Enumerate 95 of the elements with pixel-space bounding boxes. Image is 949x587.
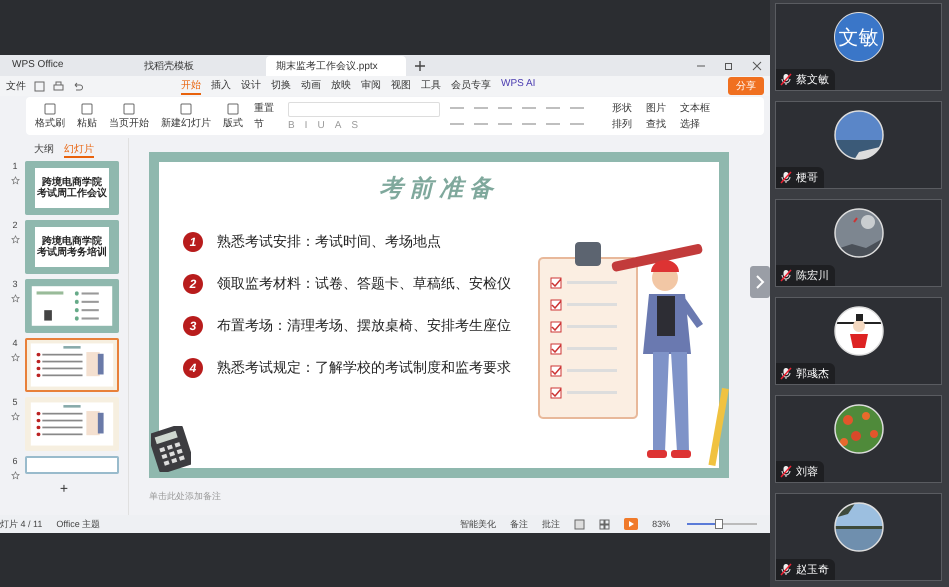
theme-label[interactable]: Office 主题	[56, 518, 100, 530]
new-tab-icon[interactable]	[414, 60, 426, 72]
add-slide-button[interactable]: +	[60, 481, 68, 495]
participant-tile[interactable]: 刘蓉	[775, 395, 942, 483]
print-icon[interactable]	[53, 80, 64, 92]
panel-tab[interactable]: 大纲	[34, 142, 54, 158]
participant-tile[interactable]: 梗哥	[775, 101, 942, 189]
thumbnail-title: 跨境电商学院	[42, 176, 102, 188]
slide-thumbnail[interactable]: 跨境电商学院 考试周工作会议	[25, 161, 119, 215]
star-icon[interactable]	[10, 294, 20, 303]
ribbon-button[interactable]: 形状	[610, 101, 634, 115]
participant-name: 赵玉奇	[796, 563, 830, 577]
star-icon[interactable]	[10, 412, 20, 421]
ribbon-tab[interactable]: 会员专享	[451, 78, 491, 94]
item-number: 3	[183, 316, 203, 336]
document-tab[interactable]: WPS Office	[2, 56, 132, 76]
play-icon[interactable]	[624, 518, 638, 530]
slide-count: 灯片 4 / 11	[0, 518, 42, 530]
ribbon-button[interactable]: 图片	[644, 101, 668, 115]
ribbon-tab[interactable]: 工具	[421, 78, 441, 94]
ribbon-tab[interactable]: 切换	[271, 78, 291, 94]
restore-icon[interactable]	[724, 60, 734, 70]
item-text: 领取监考材料：试卷、答题卡、草稿纸、安检仪	[217, 275, 511, 293]
font-field[interactable]	[288, 102, 440, 116]
item-text: 熟悉考试规定：了解学校的考试制度和监考要求	[217, 359, 511, 377]
item-number: 2	[183, 274, 203, 294]
slide-number: 4	[12, 338, 18, 348]
ribbon-button[interactable]: 文本框	[678, 101, 712, 115]
document-tab[interactable]: 期末监考工作会议.pptx	[266, 56, 406, 76]
zoom-level[interactable]: 83%	[652, 519, 670, 529]
ribbon-button[interactable]: 排列	[610, 117, 634, 131]
participant-tile[interactable]: 郭彧杰	[775, 297, 942, 385]
participant-tile[interactable]: 文敏 蔡文敏	[775, 3, 942, 91]
view-icon[interactable]	[574, 518, 586, 530]
ai-tab[interactable]: WPS AI	[501, 78, 536, 94]
item-number: 4	[183, 358, 203, 378]
ribbon-button[interactable]: 格式刷	[32, 102, 68, 130]
square-icon	[226, 102, 240, 116]
beautify-button[interactable]: 智能美化	[460, 518, 496, 530]
collapse-button[interactable]	[750, 266, 770, 298]
ribbon-tab[interactable]: 放映	[331, 78, 351, 94]
slide-number: 1	[12, 161, 18, 171]
participant-name: 刘蓉	[796, 464, 818, 479]
ribbon-tab[interactable]: 动画	[301, 78, 321, 94]
save-icon[interactable]	[34, 80, 45, 92]
star-icon[interactable]	[10, 471, 20, 480]
avatar: 文敏	[834, 12, 884, 62]
star-icon[interactable]	[10, 235, 20, 244]
calculator-drawing	[151, 426, 191, 472]
star-icon[interactable]	[10, 353, 20, 362]
ribbon-button[interactable]: 新建幻灯片	[158, 102, 214, 130]
ribbon-button[interactable]: 重置	[252, 101, 276, 115]
ribbon-tab[interactable]: 设计	[241, 78, 261, 94]
slide-number: 5	[12, 397, 18, 407]
ribbon-tab[interactable]: 审阅	[361, 78, 381, 94]
thumbnail-title: 考试周工作会议	[37, 188, 107, 200]
item-text: 熟悉考试安排：考试时间、考场地点	[217, 233, 441, 251]
chevron-right-icon	[755, 275, 766, 289]
star-icon[interactable]	[10, 176, 20, 185]
slide-thumbnail[interactable]: 跨境电商学院 考试周考务培训	[25, 220, 119, 274]
slide-number: 6	[12, 456, 18, 466]
ribbon-button[interactable]: 粘贴	[74, 102, 100, 130]
item-text: 布置考场：清理考场、摆放桌椅、安排考生座位	[217, 317, 511, 335]
slide-number: 2	[12, 220, 18, 230]
square-icon	[43, 102, 57, 116]
ribbon-tab[interactable]: 视图	[391, 78, 411, 94]
item-number: 1	[183, 232, 203, 252]
slide-number: 3	[12, 279, 18, 289]
participant-tile[interactable]: 赵玉奇	[775, 493, 942, 581]
square-icon	[80, 102, 94, 116]
zoom-slider-thumb[interactable]	[715, 519, 724, 529]
slide-title: 考前准备	[378, 174, 500, 204]
comments-button[interactable]: 批注	[542, 518, 560, 530]
close-icon[interactable]	[752, 60, 762, 70]
ribbon-button[interactable]: 查找	[644, 117, 668, 131]
undo-icon[interactable]	[72, 80, 83, 92]
document-tab[interactable]: 找稻壳模板	[134, 56, 264, 76]
ribbon-tab[interactable]: 插入	[211, 78, 231, 94]
participant-name: 郭彧杰	[796, 366, 830, 381]
ribbon-button[interactable]: 节	[252, 117, 276, 131]
ribbon-button[interactable]: 当页开始	[106, 102, 152, 130]
thumbnail-title: 跨境电商学院	[42, 236, 102, 246]
file-menu[interactable]: 文件	[6, 79, 26, 93]
square-icon	[179, 102, 193, 116]
grid-view-icon[interactable]	[599, 518, 610, 530]
thumbnail-title: 考试周考务培训	[37, 247, 107, 258]
participant-name: 陈宏川	[796, 268, 830, 283]
square-icon	[122, 102, 136, 116]
ribbon-button[interactable]: 选择	[678, 117, 712, 131]
notes-button[interactable]: 备注	[510, 518, 528, 530]
participant-name: 梗哥	[796, 171, 818, 185]
participant-tile[interactable]: 陈宏川	[775, 199, 942, 287]
slide-thumbnail[interactable]	[25, 456, 119, 474]
ribbon-button[interactable]: 版式	[220, 102, 246, 130]
participant-name: 蔡文敏	[796, 72, 830, 87]
